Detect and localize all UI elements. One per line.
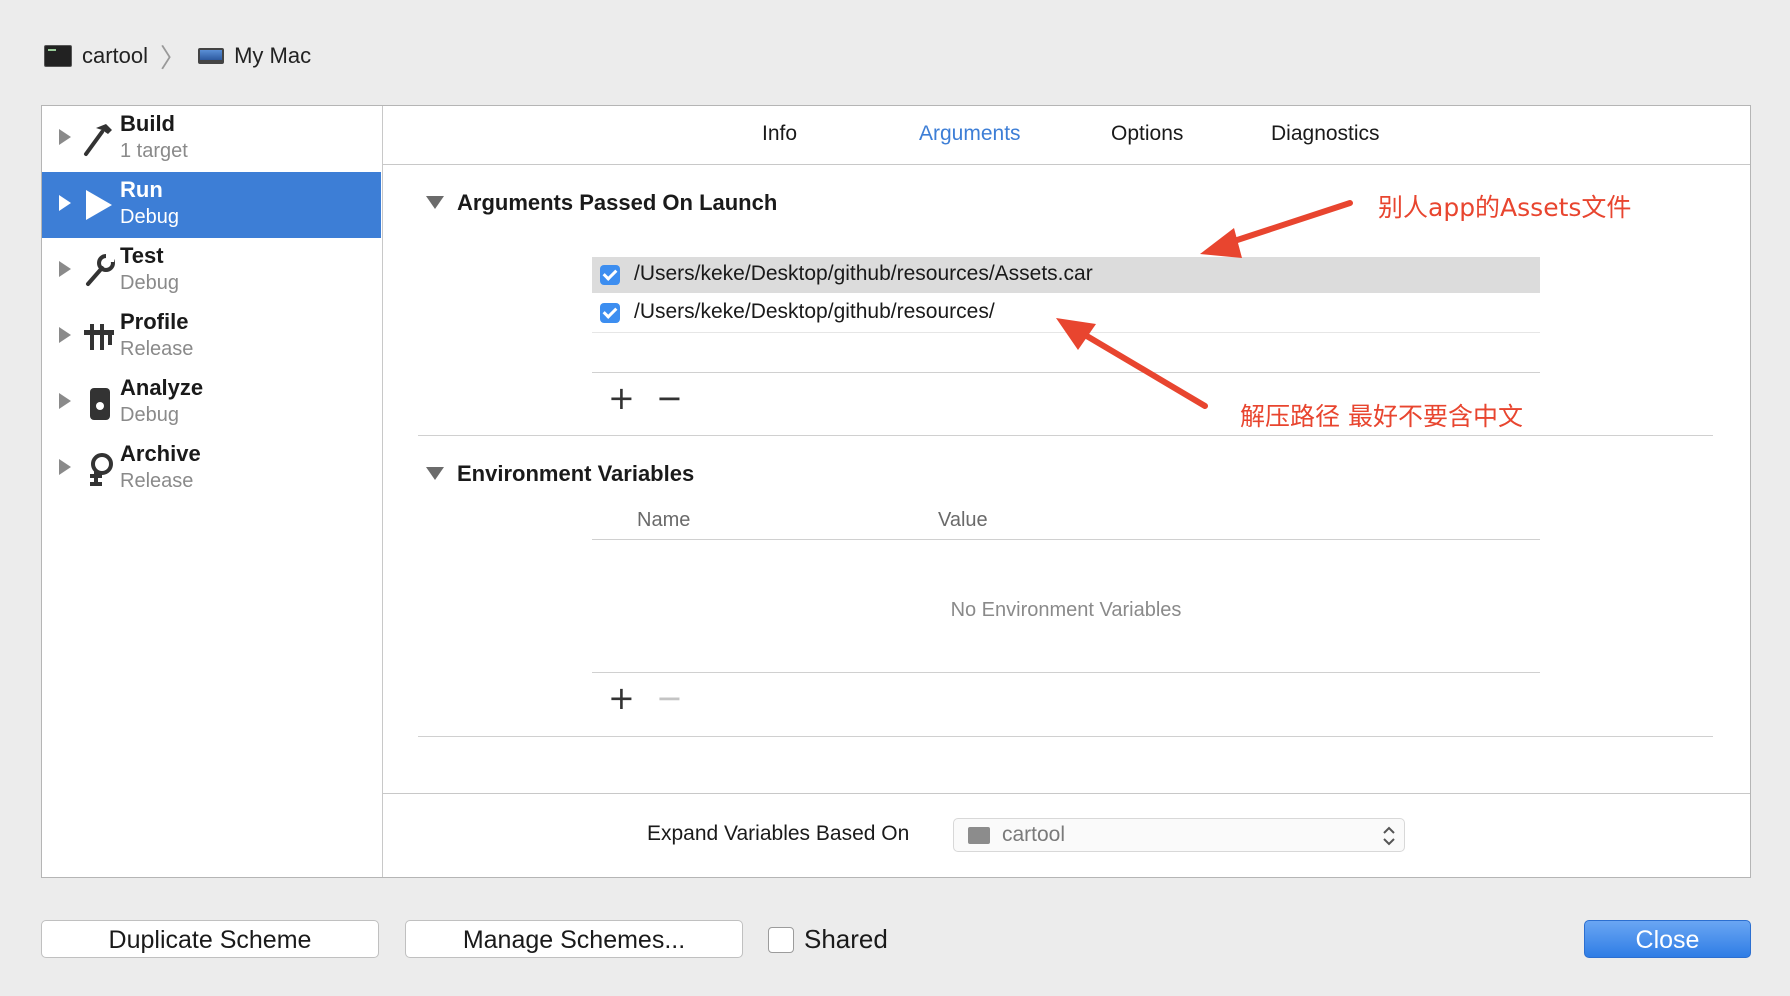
annotation-arrows (1056, 200, 1353, 409)
annotation-extract-path: 解压路径 最好不要含中文 (1240, 402, 1523, 431)
shared-checkbox[interactable] (768, 927, 794, 953)
close-button[interactable]: Close (1584, 920, 1751, 958)
manage-schemes-button[interactable]: Manage Schemes... (405, 920, 743, 958)
annotation-assets-file: 别人app的Assets文件 (1378, 193, 1632, 222)
duplicate-scheme-button[interactable]: Duplicate Scheme (41, 920, 379, 958)
shared-label[interactable]: Shared (804, 924, 888, 955)
